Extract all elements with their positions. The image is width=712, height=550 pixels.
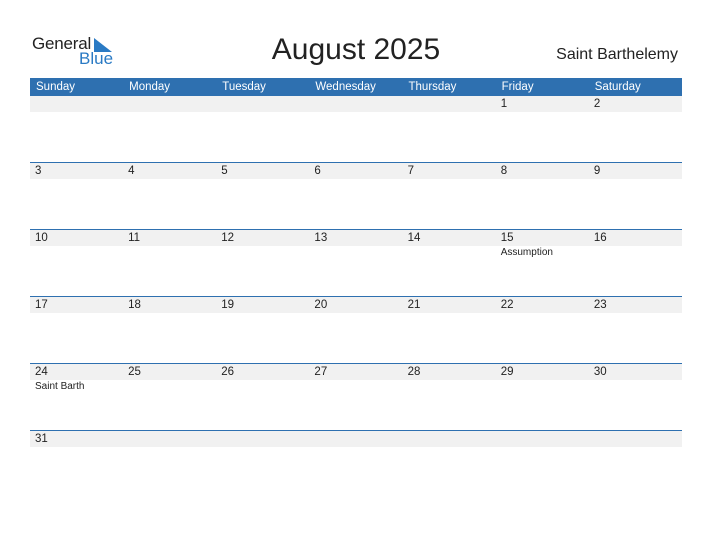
day-number: 13 xyxy=(314,232,328,244)
day-cell: 19 xyxy=(216,297,309,363)
day-cell: 27 xyxy=(309,364,402,430)
day-cell: 17 xyxy=(30,297,123,363)
day-number: 5 xyxy=(221,165,228,177)
weekday-tuesday: Tuesday xyxy=(222,81,266,93)
day-cell: 26 xyxy=(216,364,309,430)
holiday-label: Assumption xyxy=(500,247,553,258)
day-number: 24 xyxy=(35,366,48,378)
day-cell xyxy=(496,431,589,497)
day-cell: 5 xyxy=(216,163,309,229)
day-cell: 28 xyxy=(403,364,496,430)
day-number: 12 xyxy=(221,232,235,244)
day-number: 17 xyxy=(35,299,48,311)
day-number: 30 xyxy=(593,366,607,378)
day-cell: 9 xyxy=(589,163,682,229)
day-number: 10 xyxy=(35,232,48,244)
day-number: 9 xyxy=(593,165,601,177)
day-cell: 25 xyxy=(123,364,216,430)
weekday-wednesday: Wednesday xyxy=(315,81,376,93)
country-label: Saint Barthelemy xyxy=(556,46,678,63)
day-cell: 30 xyxy=(589,364,682,430)
weekday-saturday: Saturday xyxy=(594,81,641,93)
week-row: 10 11 12 13 14 15 Assumption 16 xyxy=(30,229,682,296)
day-number: 16 xyxy=(593,232,607,244)
day-number: 2 xyxy=(593,98,601,110)
day-number: 6 xyxy=(314,165,321,177)
day-cell: 2 xyxy=(589,96,682,162)
day-cell: 20 xyxy=(309,297,402,363)
day-cell: 21 xyxy=(403,297,496,363)
day-cell xyxy=(30,96,123,162)
day-cell: 22 xyxy=(496,297,589,363)
day-cell: 4 xyxy=(123,163,216,229)
day-number: 19 xyxy=(221,299,235,311)
day-cell xyxy=(123,431,216,497)
weekday-sunday: Sunday xyxy=(36,81,76,93)
day-number: 1 xyxy=(500,98,508,110)
day-cell: 13 xyxy=(309,230,402,296)
week-row: 31 xyxy=(30,430,682,497)
day-cell: 14 xyxy=(403,230,496,296)
day-cell: 10 xyxy=(30,230,123,296)
day-number: 8 xyxy=(500,165,508,177)
day-cell xyxy=(216,96,309,162)
holiday-label: Saint Barth xyxy=(35,381,85,392)
day-cell: 6 xyxy=(309,163,402,229)
day-number: 11 xyxy=(128,232,141,244)
day-cell: 12 xyxy=(216,230,309,296)
day-number: 31 xyxy=(35,433,48,445)
day-cell: 16 xyxy=(589,230,682,296)
week-row: 24 Saint Barth 25 26 27 28 29 30 xyxy=(30,363,682,430)
day-number: 21 xyxy=(407,299,421,311)
weekday-friday: Friday xyxy=(501,81,534,93)
day-number: 15 xyxy=(500,232,514,244)
day-cell: 15 Assumption xyxy=(496,230,589,296)
day-number: 18 xyxy=(128,299,141,311)
day-number: 4 xyxy=(128,165,135,177)
week-row: 17 18 19 20 21 22 23 xyxy=(30,296,682,363)
day-number: 22 xyxy=(500,299,514,311)
day-number: 23 xyxy=(593,299,607,311)
day-number: 27 xyxy=(314,366,328,378)
day-cell xyxy=(309,96,402,162)
day-cell xyxy=(403,431,496,497)
week-row: 3 4 5 6 7 8 9 xyxy=(30,162,682,229)
weekday-monday: Monday xyxy=(129,81,171,93)
day-cell: 23 xyxy=(589,297,682,363)
day-number: 28 xyxy=(407,366,421,378)
day-number: 20 xyxy=(314,299,328,311)
day-cell xyxy=(216,431,309,497)
weekday-header: Sunday Monday Tuesday Wednesday Thursday… xyxy=(30,78,682,96)
day-cell: 1 xyxy=(496,96,589,162)
day-cell: 24 Saint Barth xyxy=(30,364,123,430)
week-row: 12 xyxy=(30,96,682,163)
day-number: 3 xyxy=(35,165,42,177)
day-number: 7 xyxy=(407,165,414,177)
day-cell: 31 xyxy=(30,431,123,497)
day-cell: 8 xyxy=(496,163,589,229)
weekday-thursday: Thursday xyxy=(408,81,457,93)
day-cell: 3 xyxy=(30,163,123,229)
day-cell: 11 xyxy=(123,230,216,296)
day-cell: 7 xyxy=(403,163,496,229)
day-cell: 18 xyxy=(123,297,216,363)
day-cell xyxy=(403,96,496,162)
day-cell: 29 xyxy=(496,364,589,430)
day-number: 29 xyxy=(500,366,514,378)
day-number: 14 xyxy=(407,232,421,244)
day-cell xyxy=(309,431,402,497)
day-cell xyxy=(123,96,216,162)
day-number: 25 xyxy=(128,366,141,378)
day-cell xyxy=(589,431,682,497)
day-number: 26 xyxy=(221,366,235,378)
